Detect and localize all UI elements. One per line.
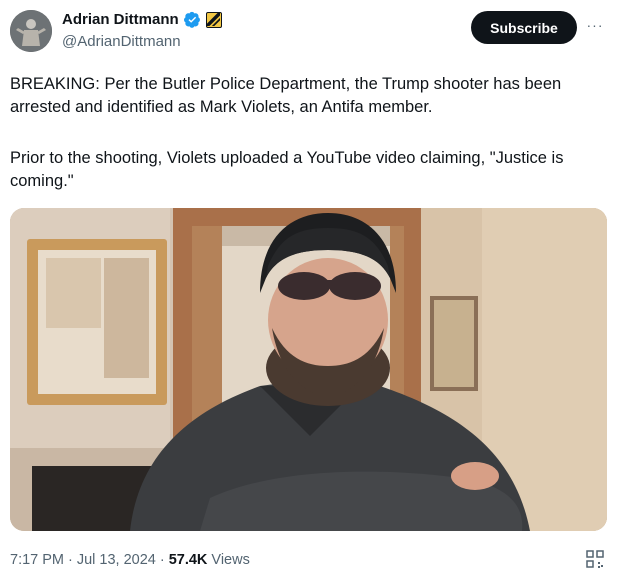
post-media-photo[interactable] [10, 208, 607, 531]
qr-code-icon[interactable] [585, 549, 605, 571]
verified-badge-icon[interactable] [183, 11, 201, 28]
tweet-card: Adrian Dittmann @AdrianDittmann Subscrib… [0, 0, 640, 581]
author-name-row: Adrian Dittmann [62, 11, 222, 28]
post-text-paragraph-2: Prior to the shooting, Violets uploaded … [10, 149, 564, 190]
post-metadata: 7:17 PM · Jul 13, 2024 · 57.4K Views [10, 552, 250, 568]
author-avatar[interactable] [10, 10, 52, 52]
post-date[interactable]: Jul 13, 2024 [77, 552, 156, 568]
subscribe-button[interactable]: Subscribe [471, 11, 577, 44]
more-options-icon[interactable]: ··· [584, 14, 606, 36]
author-handle[interactable]: @AdrianDittmann [62, 33, 181, 50]
meta-separator: · [159, 552, 165, 568]
affiliate-badge-icon[interactable] [205, 11, 222, 28]
post-time[interactable]: 7:17 PM [10, 552, 64, 568]
views-label: Views [211, 552, 250, 568]
views-count: 57.4K [168, 552, 208, 568]
post-text-paragraph-1: BREAKING: Per the Butler Police Departme… [10, 75, 562, 116]
statue-avatar-icon [10, 10, 52, 52]
man-in-beanie-photo [10, 208, 607, 531]
meta-separator: · [68, 552, 73, 568]
author-display-name[interactable]: Adrian Dittmann [62, 11, 179, 28]
